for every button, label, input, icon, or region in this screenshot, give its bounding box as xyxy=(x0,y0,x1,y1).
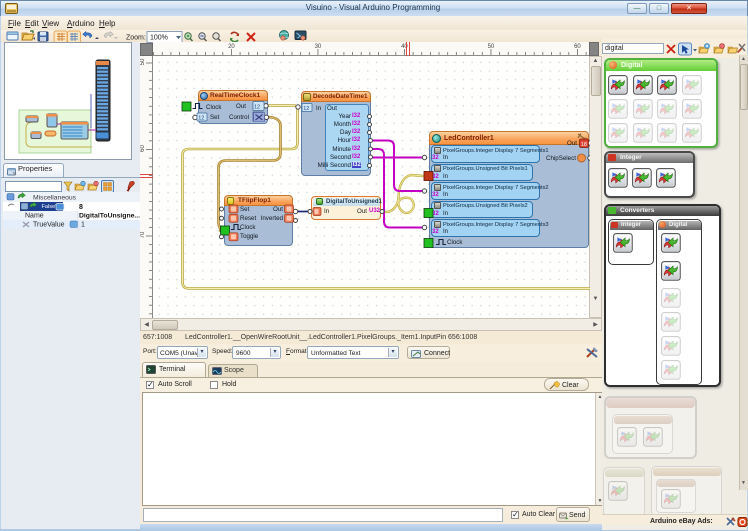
svg-text:50: 50 xyxy=(488,44,495,50)
svg-text:12: 12 xyxy=(254,105,260,111)
svg-text:DigitalToUnsigne...: DigitalToUnsigne... xyxy=(79,213,140,220)
svg-text:Name: Name xyxy=(25,213,44,220)
svg-text:100%: 100% xyxy=(150,35,168,42)
svg-text:60: 60 xyxy=(574,44,581,50)
svg-text:70: 70 xyxy=(140,231,146,238)
svg-text:18: 18 xyxy=(581,142,587,148)
svg-text:12: 12 xyxy=(303,106,309,112)
svg-text:1: 1 xyxy=(81,222,85,229)
svg-text:12: 12 xyxy=(198,116,204,122)
svg-text:TrueValue: TrueValue xyxy=(33,222,65,229)
svg-text:60: 60 xyxy=(140,145,146,152)
svg-text:Zoom:: Zoom: xyxy=(126,35,146,42)
svg-text:8: 8 xyxy=(79,204,83,211)
svg-text:20: 20 xyxy=(228,44,235,50)
svg-text:40: 40 xyxy=(401,44,408,50)
svg-text:50: 50 xyxy=(140,58,146,65)
svg-text:Miscellaneous: Miscellaneous xyxy=(33,195,77,202)
svg-text:30: 30 xyxy=(315,44,322,50)
